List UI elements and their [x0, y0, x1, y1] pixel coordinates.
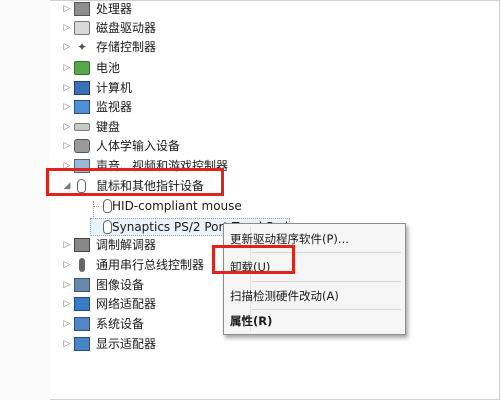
tree-item-label: 磁盘驱动器 [96, 21, 157, 35]
expand-arrow-icon[interactable]: ▷ [62, 18, 72, 38]
mouse-icon [103, 199, 112, 213]
storage-controller-icon: ✦ [76, 40, 88, 54]
expand-arrow-icon[interactable]: ▷ [62, 117, 72, 137]
expand-arrow-icon[interactable]: ▷ [62, 78, 72, 98]
context-menu: 更新驱动程序软件(P)... 卸载(U) 扫描检测硬件改动(A) 属性(R) [223, 223, 406, 335]
tree-item-label: 计算机 [96, 81, 133, 95]
tree-item-label: 监视器 [96, 100, 133, 114]
annotation-highlight-box [212, 245, 295, 274]
monitor-icon [74, 100, 90, 114]
expand-arrow-icon[interactable]: ▷ [62, 58, 72, 78]
tree-item-label: HID-compliant mouse [112, 199, 242, 213]
disk-drive-icon [74, 21, 90, 35]
processor-icon [74, 2, 90, 16]
tree-item-label: 人体学输入设备 [96, 139, 181, 153]
left-edge-panel [0, 0, 50, 400]
battery-icon [74, 61, 90, 75]
expand-arrow-icon[interactable]: ▷ [62, 136, 72, 156]
computer-icon [74, 81, 90, 95]
expand-arrow-icon[interactable]: ▷ [62, 97, 72, 117]
mouse-icon [103, 220, 112, 234]
tree-item-label: 存储控制器 [96, 40, 157, 54]
tree-item-label: 处理器 [96, 2, 133, 16]
expand-arrow-icon[interactable]: ▷ [62, 0, 72, 19]
tree-connector [93, 206, 99, 207]
menu-separator [252, 309, 401, 310]
expand-arrow-icon[interactable]: ▷ [62, 37, 72, 57]
tree-item-label: 电池 [96, 61, 121, 75]
hid-icon [74, 139, 90, 153]
tree-item-label: 键盘 [96, 120, 121, 134]
keyboard-icon [74, 123, 90, 131]
annotation-highlight-box [46, 168, 224, 196]
menu-separator [252, 281, 401, 282]
menu-item-scan-hardware[interactable]: 扫描检测硬件改动(A) [230, 286, 339, 306]
menu-item-properties[interactable]: 属性(R) [230, 311, 272, 331]
